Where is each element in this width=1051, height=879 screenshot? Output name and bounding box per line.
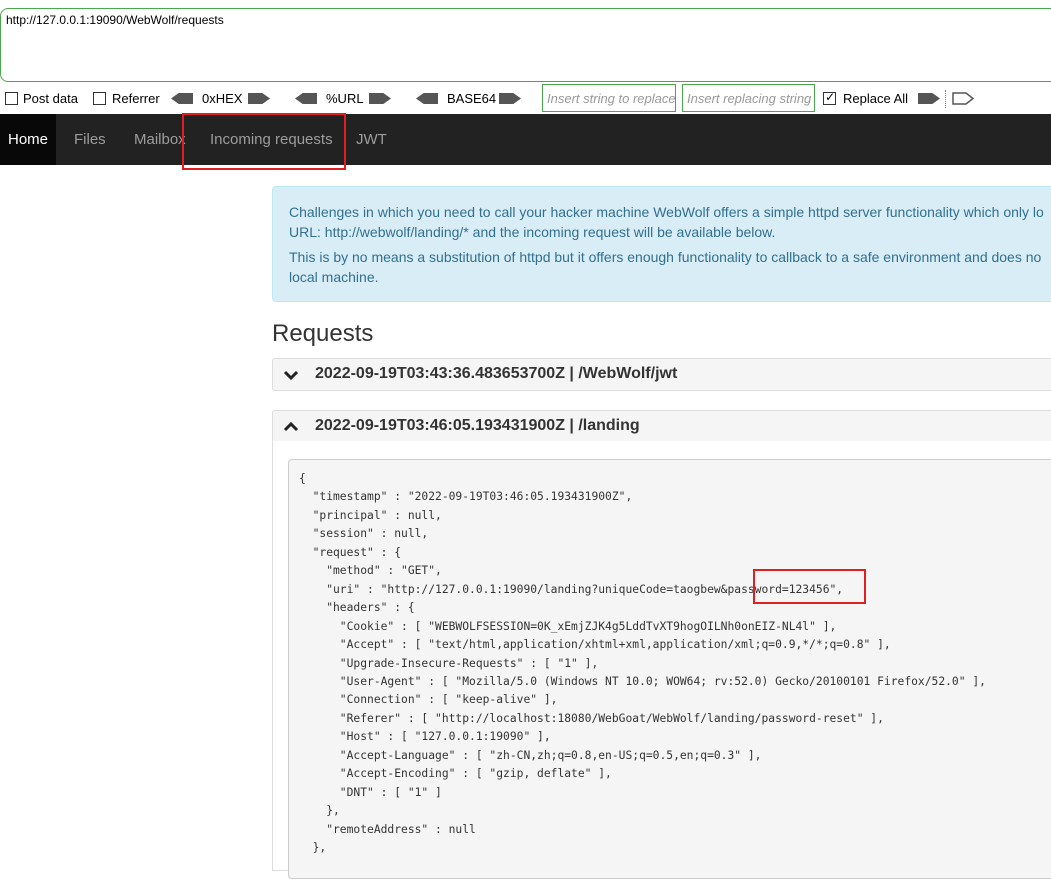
requests-heading: Requests	[272, 320, 374, 347]
request-panel-header-2[interactable]: 2022-09-19T03:46:05.193431900Z | /landin…	[272, 410, 1051, 443]
base64-encode-arrow-icon[interactable]	[499, 93, 521, 104]
nav-files[interactable]: Files	[74, 114, 106, 165]
request-title-1: 2022-09-19T03:43:36.483653700Z | /WebWol…	[315, 365, 678, 382]
hex-encode-arrow-icon[interactable]	[248, 93, 270, 104]
toolbar: Post data Referrer 0xHEX %URL BASE64 Ins…	[0, 84, 1051, 114]
nav-home[interactable]: Home	[0, 114, 57, 165]
referrer-checkbox[interactable]	[93, 92, 106, 105]
hex-decode-arrow-icon[interactable]	[171, 93, 193, 104]
referrer-label: Referrer	[112, 91, 160, 106]
request-title-2: 2022-09-19T03:46:05.193431900Z | /landin…	[315, 417, 640, 434]
request-detail-json: { "timestamp" : "2022-09-19T03:46:05.193…	[288, 459, 1051, 879]
nav-jwt[interactable]: JWT	[356, 114, 387, 165]
post-data-label: Post data	[23, 91, 78, 106]
replace-arrow-icon[interactable]	[918, 93, 940, 104]
replace-all-checkbox[interactable]	[823, 90, 836, 105]
url-label: %URL	[326, 91, 364, 106]
alert-line-4: local machine.	[289, 269, 379, 285]
nav-mailbox[interactable]: Mailbox	[134, 114, 186, 165]
url-encode-arrow-icon[interactable]	[369, 93, 391, 104]
hex-label: 0xHEX	[202, 91, 243, 106]
url-textarea[interactable]: http://127.0.0.1:19090/WebWolf/requests	[0, 8, 1051, 82]
replace-all-label: Replace All	[843, 91, 909, 106]
url-text: http://127.0.0.1:19090/WebWolf/requests	[6, 13, 224, 27]
request-panel-header-1[interactable]: 2022-09-19T03:43:36.483653700Z | /WebWol…	[272, 358, 1051, 391]
base64-decode-arrow-icon[interactable]	[416, 93, 438, 104]
alert-line-3: This is by no means a substitution of ht…	[289, 249, 1042, 265]
alert-line-2: URL: http://webwolf/landing/* and the in…	[289, 224, 776, 240]
insert-string-input[interactable]: Insert string to replace	[542, 84, 676, 112]
hollow-arrow-icon[interactable]	[952, 92, 974, 105]
base64-label: BASE64	[447, 91, 497, 106]
nav-incoming-requests[interactable]: Incoming requests	[210, 114, 333, 165]
info-alert: Challenges in which you need to call you…	[272, 186, 1051, 302]
alert-line-1: Challenges in which you need to call you…	[289, 204, 1044, 220]
chevron-up-icon	[283, 421, 299, 432]
url-decode-arrow-icon[interactable]	[295, 93, 317, 104]
navbar: Home Files Mailbox Incoming requests JWT	[0, 114, 1051, 165]
insert-replacing-string-input[interactable]: Insert replacing string	[682, 84, 815, 112]
post-data-checkbox[interactable]	[5, 92, 18, 105]
toolbar-separator	[945, 90, 946, 108]
chevron-down-icon	[283, 370, 299, 381]
